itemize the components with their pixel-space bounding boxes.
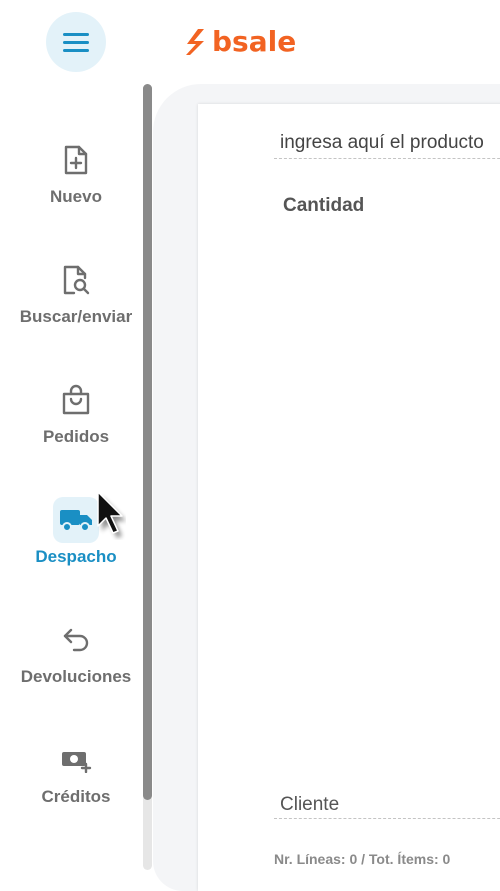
shopping-bag-icon: [53, 377, 99, 423]
sidebar-item-devoluciones[interactable]: Devoluciones: [0, 617, 152, 687]
sidebar-item-label: Nuevo: [50, 187, 102, 206]
cash-plus-icon: [53, 737, 99, 783]
sidebar-item-nuevo[interactable]: Nuevo: [0, 137, 152, 207]
bsale-s-logo-icon: [186, 29, 204, 55]
cliente-input[interactable]: [274, 792, 500, 819]
sidebar-item-pedidos[interactable]: Pedidos: [0, 377, 152, 447]
sidebar-item-despacho[interactable]: Despacho: [0, 497, 152, 567]
hamburger-menu-icon: [63, 32, 89, 52]
delivery-truck-icon: [53, 497, 99, 543]
sidebar-item-label: Créditos: [41, 787, 111, 806]
line-item-summary: Nr. Líneas: 0 / Tot. Ítems: 0: [274, 851, 451, 867]
return-arrow-icon: [53, 617, 99, 663]
sidebar-item-label: Pedidos: [42, 427, 110, 446]
file-search-icon: [53, 257, 99, 303]
sidebar-item-label: Devoluciones: [20, 667, 132, 686]
sidebar-nav: Nuevo Buscar/enviar Pedidos Despacho Dev…: [0, 95, 152, 891]
sidebar-item-buscar-enviar[interactable]: Buscar/enviar: [0, 257, 152, 327]
menu-button[interactable]: [46, 12, 106, 72]
sidebar-item-label: Buscar/enviar: [19, 307, 133, 326]
logo-text: bsale: [212, 25, 297, 58]
sidebar-item-creditos[interactable]: Créditos: [0, 737, 152, 807]
cantidad-label: Cantidad: [283, 195, 365, 216]
bsale-logo[interactable]: bsale: [184, 24, 296, 60]
file-plus-icon: [53, 137, 99, 183]
sidebar-item-label: Despacho: [35, 547, 117, 566]
product-search-input[interactable]: [274, 128, 500, 159]
document-card: [198, 104, 500, 891]
sidebar-scrollbar-thumb[interactable]: [143, 84, 152, 800]
app-page: bsale Cantidad Nr. Líneas: 0 / Tot. Ítem…: [0, 0, 500, 891]
